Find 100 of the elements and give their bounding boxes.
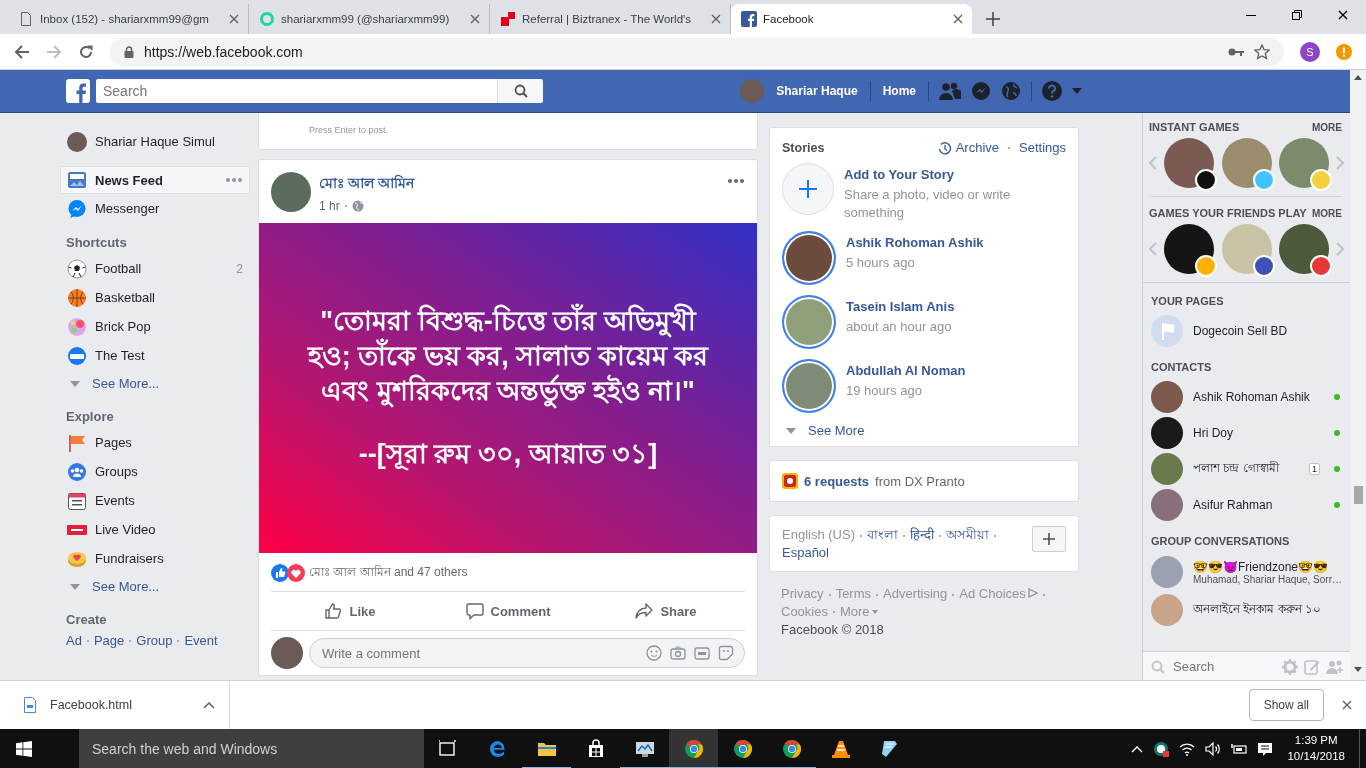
messenger-icon[interactable]	[971, 80, 991, 101]
post-action-button[interactable]: Share	[587, 595, 745, 627]
story-avatar[interactable]	[782, 295, 836, 350]
author-link[interactable]: মোঃ আল আমিন	[319, 175, 414, 191]
post-time[interactable]: 1 hr	[319, 199, 340, 213]
chevron-up-icon[interactable]	[1131, 745, 1144, 753]
friends-icon[interactable]	[939, 80, 961, 101]
help-icon[interactable]	[1042, 80, 1062, 101]
create-link[interactable]: Group	[136, 633, 173, 648]
story-avatar[interactable]	[782, 359, 836, 414]
key-icon[interactable]	[1228, 46, 1244, 57]
profile-button[interactable]: S	[1300, 41, 1320, 62]
reload-icon[interactable]	[78, 43, 94, 60]
language-link[interactable]: বাংলা	[866, 527, 898, 543]
chrome-icon[interactable]	[781, 739, 802, 759]
see-more-link[interactable]: See More...	[60, 370, 250, 397]
traffic-cone-icon[interactable]	[830, 739, 851, 759]
create-link[interactable]: Page	[93, 633, 125, 648]
language-link[interactable]: অসমীয়া	[945, 527, 989, 543]
home-link[interactable]: Home	[880, 79, 918, 102]
requests-link[interactable]: 6 requests	[804, 473, 870, 489]
create-link[interactable]: Ad	[66, 633, 82, 648]
scroll-down-icon[interactable]	[1354, 667, 1362, 672]
reaction-summary[interactable]: মোঃ আল আমিন and 47 others	[309, 563, 468, 583]
add-language-button[interactable]	[1032, 526, 1066, 553]
scrollbar-thumb[interactable]	[1353, 486, 1363, 504]
contact-item[interactable]: Asifur Rahman	[1143, 487, 1350, 523]
more-icon[interactable]	[727, 178, 745, 184]
monitor-chart-icon[interactable]	[634, 739, 655, 759]
add-story-link[interactable]: Add to Your Story	[844, 167, 1066, 182]
search-field[interactable]: Search the web and Windows	[79, 729, 424, 768]
more-link[interactable]: MORE	[1312, 207, 1342, 219]
volume-icon[interactable]	[1205, 742, 1222, 756]
scroll-up-icon[interactable]	[1354, 75, 1362, 80]
language-link[interactable]: हिन्दी	[909, 527, 934, 543]
post-action-button[interactable]: Comment	[429, 595, 587, 627]
nav-item[interactable]: Football 2	[60, 254, 250, 283]
battery-icon[interactable]	[1231, 742, 1248, 756]
close-icon[interactable]	[1342, 700, 1352, 710]
group-conversation[interactable]: 🤓😎👿Friendzone🤓😎 Muhamad, Shariar Haque, Sorr…	[1143, 553, 1350, 591]
search-field[interactable]: Search	[96, 78, 497, 103]
task-view-icon[interactable]	[438, 739, 459, 759]
profile-link[interactable]: Shariar Haque	[774, 79, 860, 102]
more-icon[interactable]	[225, 177, 243, 183]
search-button[interactable]	[497, 78, 543, 103]
chat-search-field[interactable]: Search	[1171, 658, 1276, 675]
contact-item[interactable]: পলাশ চন্দ্র গোস্বামী 1	[1143, 451, 1350, 487]
nav-item[interactable]: The Test	[60, 341, 250, 370]
chrome-icon[interactable]	[732, 739, 753, 759]
star-icon[interactable]	[1254, 43, 1270, 60]
nav-item[interactable]: Fundraisers	[60, 544, 250, 573]
nav-item[interactable]: Live Video	[60, 515, 250, 544]
page-item[interactable]: Dogecoin Sell BD	[1143, 313, 1350, 349]
stories-link[interactable]: Settings	[1019, 140, 1066, 155]
clock-time[interactable]: 1:39 PM	[1294, 733, 1338, 749]
language-link[interactable]: Español	[782, 544, 829, 560]
facebook-logo-icon[interactable]	[66, 78, 90, 103]
chrome-icon[interactable]	[683, 739, 704, 759]
nav-item[interactable]: Events	[60, 486, 250, 515]
nav-item[interactable]: Messenger	[60, 194, 250, 223]
globe-icon[interactable]	[1001, 80, 1021, 101]
see-more-link[interactable]: See More	[782, 423, 1066, 439]
caret-down-icon[interactable]	[1072, 87, 1082, 94]
profile-link[interactable]: Shariar Haque Simul	[60, 127, 250, 156]
notification-icon[interactable]	[1257, 741, 1274, 757]
back-icon[interactable]	[14, 43, 30, 60]
tray-app-icon[interactable]	[1153, 741, 1170, 757]
avatar[interactable]	[1278, 224, 1329, 274]
story-name[interactable]: Abdullah Al Noman	[846, 363, 966, 379]
group-conversation[interactable]: অনলাইনে ইনকাম করুন ১০	[1143, 591, 1350, 629]
caret-up-icon[interactable]	[203, 701, 215, 709]
address-bar[interactable]: https://web.facebook.com	[110, 37, 1284, 66]
new-tab-icon[interactable]	[986, 12, 1000, 26]
avatar[interactable]	[1164, 138, 1215, 188]
browser-tab[interactable]: Facebook	[731, 4, 972, 34]
see-more-link[interactable]: See More...	[60, 573, 250, 600]
avatar[interactable]	[1221, 224, 1272, 274]
close-icon[interactable]	[1338, 10, 1348, 20]
nav-item[interactable]: Brick Pop	[60, 312, 250, 341]
create-link[interactable]: Event	[184, 633, 218, 648]
chat-search-bar[interactable]: Search	[1143, 651, 1350, 680]
story-name[interactable]: Ashik Rohoman Ashik	[846, 235, 984, 251]
wifi-icon[interactable]	[1179, 742, 1196, 756]
comment-field[interactable]: Write a comment	[320, 644, 638, 662]
close-icon[interactable]	[953, 14, 963, 24]
comment-box[interactable]: Write a comment	[309, 638, 745, 668]
show-all-button[interactable]: Show all	[1248, 689, 1324, 721]
windows-logo-icon[interactable]	[16, 741, 32, 757]
caret-down-icon[interactable]	[871, 610, 878, 615]
stories-link[interactable]: Archive	[955, 140, 999, 155]
clock-date[interactable]: 10/14/2018	[1287, 749, 1345, 765]
nav-item[interactable]: Groups	[60, 457, 250, 486]
nav-item[interactable]: Pages	[60, 428, 250, 457]
avatar[interactable]	[1164, 224, 1215, 274]
restore-icon[interactable]	[1292, 10, 1302, 20]
contact-item[interactable]: Ashik Rohoman Ashik	[1143, 379, 1350, 415]
edge-icon[interactable]	[487, 739, 508, 759]
notepad-icon[interactable]	[879, 739, 900, 759]
more-link[interactable]: MORE	[1312, 121, 1342, 133]
post-action-button[interactable]: Like	[271, 595, 429, 627]
